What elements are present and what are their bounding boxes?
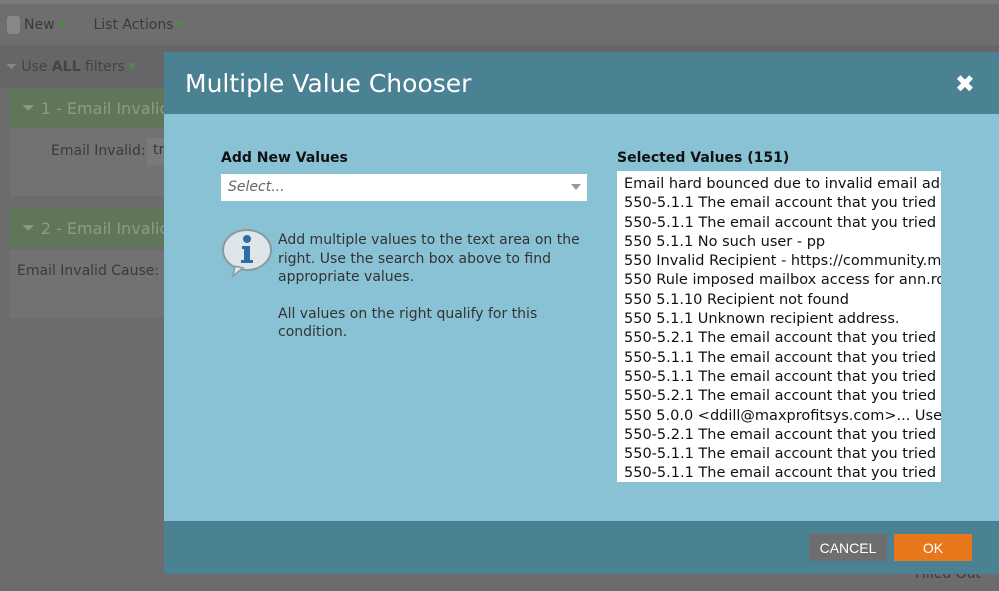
funnel-icon: ⏷ bbox=[22, 98, 35, 117]
add-new-values-label: Add New Values bbox=[221, 150, 348, 166]
database-icon bbox=[7, 15, 20, 34]
value-select[interactable]: Select... bbox=[221, 174, 587, 201]
selected-value-line: 550 5.1.1 No such user - pp bbox=[624, 233, 826, 250]
selected-value-line: 550-5.1.1 The email account that you tri… bbox=[624, 195, 941, 212]
selected-value-line: 550-5.2.1 The email account that you tri… bbox=[624, 330, 941, 347]
dialog-footer: CANCEL OK bbox=[164, 521, 999, 574]
filter-2-header[interactable]: ⏷ 2 - Email Invalid bbox=[10, 208, 170, 248]
dialog-header: Multiple Value Chooser ✖ bbox=[164, 52, 999, 114]
ok-button[interactable]: OK bbox=[894, 534, 972, 561]
dialog-title: Multiple Value Chooser bbox=[185, 68, 472, 98]
selected-value-line: 550-5.1.1 The email account that you tri… bbox=[624, 446, 941, 463]
chevron-down-icon bbox=[571, 184, 581, 190]
selected-values-label: Selected Values (151) bbox=[617, 150, 790, 166]
selected-value-line: 550 5.1.10 Recipient not found bbox=[624, 291, 849, 308]
info-icon bbox=[222, 229, 272, 278]
list-actions-menu[interactable]: List Actions ▼ bbox=[93, 17, 184, 33]
selected-value-line: 550-5.1.1 The email account that you tri… bbox=[624, 214, 941, 231]
new-menu[interactable]: New ▼ bbox=[7, 15, 66, 34]
funnel-icon: ⏷ bbox=[22, 218, 35, 237]
selected-values-textarea[interactable]: Email hard bounced due to invalid email … bbox=[617, 171, 941, 482]
info-text: Add multiple values to the text area on … bbox=[278, 232, 580, 340]
toolbar: New ▼ List Actions ▼ bbox=[0, 4, 999, 45]
selected-value-line: 550 Rule imposed mailbox access for ann.… bbox=[624, 272, 941, 289]
filter-2-body bbox=[10, 250, 170, 318]
close-icon[interactable]: ✖ bbox=[955, 70, 975, 98]
selected-value-line: 550-5.1.1 The email account that you tri… bbox=[624, 349, 941, 366]
selected-value-line: Email hard bounced due to invalid email … bbox=[624, 176, 941, 192]
dialog-body: Add New Values Select... Add multiple va… bbox=[164, 114, 999, 521]
field-label: Email Invalid: bbox=[51, 143, 146, 159]
chevron-down-icon: ▼ bbox=[58, 19, 66, 30]
multiple-value-chooser-dialog: Multiple Value Chooser ✖ Add New Values … bbox=[164, 52, 999, 574]
selected-value-line: 550 5.0.0 <ddill@maxprofitsys.com>... Us… bbox=[624, 407, 941, 424]
cancel-button[interactable]: CANCEL bbox=[809, 534, 887, 561]
filter-1-header[interactable]: ⏷ 1 - Email Invalid bbox=[10, 88, 170, 128]
field-label: Email Invalid Cause: bbox=[17, 263, 160, 279]
chevron-down-icon: ▼ bbox=[177, 19, 185, 30]
filter-1-body bbox=[10, 128, 170, 196]
selected-value-line: 550 5.1.1 Unknown recipient address. bbox=[624, 311, 900, 328]
selected-value-line: 550-5.1.1 The email account that you tri… bbox=[624, 368, 941, 385]
selected-value-line: 550 Invalid Recipient - https://communit… bbox=[624, 253, 941, 270]
funnel-icon: ⏷ bbox=[6, 58, 18, 75]
selected-value-line: 550-5.2.1 The email account that you tri… bbox=[624, 426, 941, 443]
selected-value-line: 550-5.1.1 The email account that you tri… bbox=[624, 465, 941, 482]
selected-value-line: 550-5.2.1 The email account that you tri… bbox=[624, 388, 941, 405]
chevron-down-icon: ▼ bbox=[128, 61, 136, 72]
